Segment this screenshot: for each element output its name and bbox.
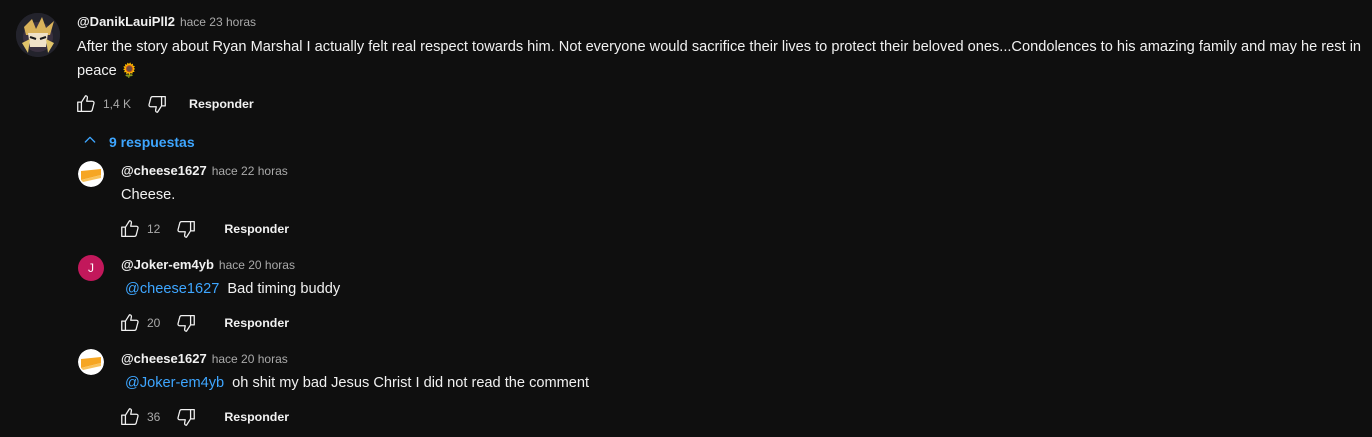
reply-button[interactable]: Responder [189,97,254,111]
comment-body: @DanikLauiPll2 hace 23 horas After the st… [77,12,1367,83]
comment-timestamp[interactable]: hace 23 horas [180,15,256,29]
like-count: 1,4 K [103,97,132,111]
reply-text: Cheese. [121,187,176,203]
avatar[interactable] [16,13,60,57]
comments-section: @DanikLauiPll2 hace 23 horas After the st… [0,0,1372,437]
reply-text-content: Bad timing buddy [227,281,341,297]
reply-actions: 12 Responder [118,217,289,241]
comment-text-content: After the story about Ryan Marshal I act… [77,39,1362,79]
reply-body: @cheese1627 hace 20 horas @Joker-em4yb oh … [121,349,1321,394]
reply-body: @cheese1627 hace 22 horas Cheese. [121,161,1321,206]
reply-body: @Joker-em4yb hace 20 horas @cheese1627 Bad… [121,255,1321,300]
reply-timestamp[interactable]: hace 22 horas [212,164,288,178]
reply-button[interactable]: Responder [224,222,289,236]
chevron-up-icon [82,132,98,153]
thumb-down-icon[interactable] [174,405,198,429]
reply-timestamp[interactable]: hace 20 horas [212,352,288,366]
like-count: 36 [147,410,161,424]
reply-actions: 36 Responder [118,405,289,429]
reply-header: @cheese1627 hace 20 horas [121,349,1321,369]
reply-button[interactable]: Responder [224,316,289,330]
thumb-up-icon[interactable] [118,311,142,335]
avatar[interactable]: J [78,255,104,281]
reply-author[interactable]: @cheese1627 [121,351,207,366]
reply-author[interactable]: @cheese1627 [121,163,207,178]
sunflower-emoji: 🌻 [120,62,139,78]
thumb-up-icon[interactable] [118,405,142,429]
like-count: 20 [147,316,161,330]
like-count: 12 [147,222,161,236]
avatar[interactable] [78,161,104,187]
reply-header: @cheese1627 hace 22 horas [121,161,1321,181]
avatar[interactable] [78,349,104,375]
reply-header: @Joker-em4yb hace 20 horas [121,255,1321,275]
reply-text: @Joker-em4yb oh shit my bad Jesus Christ … [121,372,1321,394]
replies-count-label: 9 respuestas [109,134,195,150]
thumb-down-icon[interactable] [174,311,198,335]
mention-link[interactable]: @cheese1627 [125,281,219,297]
comment-header: @DanikLauiPll2 hace 23 horas [77,12,1367,32]
reply-timestamp[interactable]: hace 20 horas [219,258,295,272]
mention-link[interactable]: @Joker-em4yb [125,375,224,391]
comment-actions: 1,4 K Responder [74,92,254,116]
thumb-up-icon[interactable] [118,217,142,241]
reply-actions: 20 Responder [118,311,289,335]
reply-text-content: oh shit my bad Jesus Christ I did not re… [232,375,590,391]
thumb-up-icon[interactable] [74,92,98,116]
reply-author[interactable]: @Joker-em4yb [121,257,214,272]
comment-author[interactable]: @DanikLauiPll2 [77,14,175,29]
reply-text: @cheese1627 Bad timing buddy [121,278,1321,300]
thumb-down-icon[interactable] [174,217,198,241]
replies-toggle-button[interactable]: 9 respuestas [82,132,195,152]
comment-text: After the story about Ryan Marshal I act… [77,36,1367,83]
reply-button[interactable]: Responder [224,410,289,424]
thumb-down-icon[interactable] [145,92,169,116]
